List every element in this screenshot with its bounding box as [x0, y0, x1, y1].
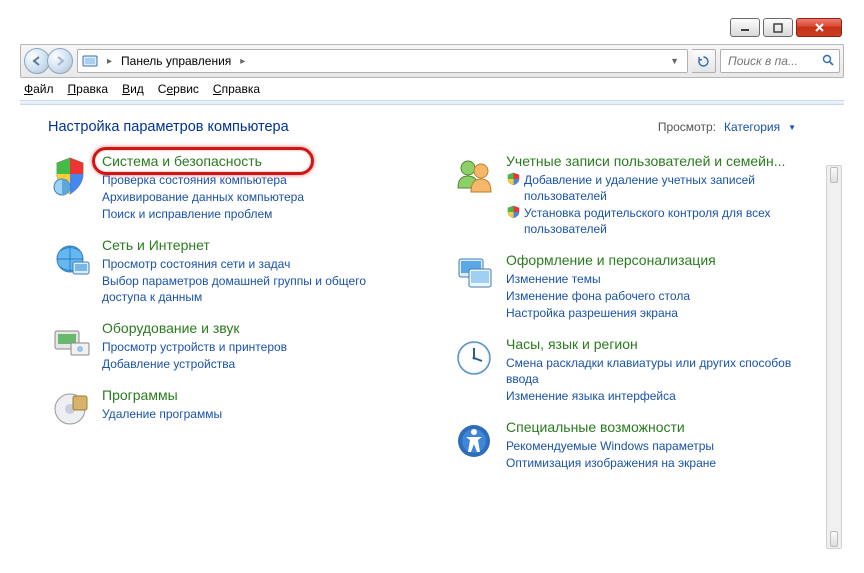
search-icon	[822, 54, 834, 69]
category-link[interactable]: Удаление программы	[102, 406, 222, 422]
page-title: Настройка параметров компьютера	[48, 119, 289, 135]
category-title-clock-language[interactable]: Часы, язык и регион	[506, 336, 816, 354]
category-link[interactable]: Поиск и исправление проблем	[102, 206, 304, 222]
category-link[interactable]: Смена раскладки клавиатуры или других сп…	[506, 355, 816, 387]
navbar: ▸ Панель управления ▸ ▼	[20, 44, 844, 78]
category-user-accounts: Учетные записи пользователей и семейн...…	[452, 153, 816, 237]
search-field[interactable]	[726, 53, 818, 69]
category-link[interactable]: Проверка состояния компьютера	[102, 172, 304, 188]
view-by-label: Просмотр:	[658, 120, 716, 134]
category-appearance: Оформление и персонализацияИзменение тем…	[452, 252, 816, 321]
chevron-down-icon[interactable]: ▼	[788, 123, 796, 132]
category-accessibility: Специальные возможностиРекомендуемые Win…	[452, 419, 816, 471]
category-title-programs[interactable]: Программы	[102, 387, 222, 405]
category-clock-language: Часы, язык и регионСмена раскладки клави…	[452, 336, 816, 404]
minimize-button[interactable]	[730, 18, 760, 37]
menu-help[interactable]: Справка	[213, 82, 260, 96]
category-link[interactable]: Изменение фона рабочего стола	[506, 288, 716, 304]
category-link[interactable]: Архивирование данных компьютера	[102, 189, 304, 205]
programs-icon	[48, 387, 92, 431]
category-link[interactable]: Рекомендуемые Windows параметры	[506, 438, 716, 454]
forward-button[interactable]	[47, 48, 73, 74]
category-link[interactable]: Оптимизация изображения на экране	[506, 455, 716, 471]
category-network-internet: Сеть и ИнтернетПросмотр состояния сети и…	[48, 237, 412, 305]
category-link[interactable]: Настройка разрешения экрана	[506, 305, 716, 321]
category-link[interactable]: Добавление устройства	[102, 356, 287, 372]
titlebar	[20, 18, 844, 44]
category-title-user-accounts[interactable]: Учетные записи пользователей и семейн...	[506, 153, 816, 171]
menu-service[interactable]: Сервис	[158, 82, 199, 96]
close-button[interactable]	[796, 18, 842, 37]
category-title-network-internet[interactable]: Сеть и Интернет	[102, 237, 412, 255]
category-programs: ПрограммыУдаление программы	[48, 387, 412, 431]
category-title-appearance[interactable]: Оформление и персонализация	[506, 252, 716, 270]
menu-file[interactable]: Файл	[24, 82, 54, 96]
category-hardware-sound: Оборудование и звукПросмотр устройств и …	[48, 320, 412, 372]
search-input[interactable]	[720, 49, 840, 73]
network-internet-icon	[48, 237, 92, 281]
address-dropdown-icon[interactable]: ▼	[666, 56, 683, 66]
breadcrumb-chevron-icon: ▸	[236, 56, 249, 67]
content-area: Настройка параметров компьютера Просмотр…	[20, 105, 844, 555]
maximize-button[interactable]	[763, 18, 793, 37]
breadcrumb[interactable]: Панель управления	[121, 54, 231, 68]
view-by-value[interactable]: Категория	[724, 120, 780, 134]
clock-language-icon	[452, 336, 496, 380]
category-link[interactable]: Изменение языка интерфейса	[506, 388, 816, 404]
user-accounts-icon	[452, 153, 496, 197]
accessibility-icon	[452, 419, 496, 463]
control-panel-icon	[82, 53, 98, 69]
category-link[interactable]: Изменение темы	[506, 271, 716, 287]
system-security-icon	[48, 153, 92, 197]
menubar: Файл Правка Вид Сервис Справка	[20, 78, 844, 100]
uac-shield-icon	[506, 205, 520, 219]
category-title-hardware-sound[interactable]: Оборудование и звук	[102, 320, 287, 338]
menu-edit[interactable]: Правка	[68, 82, 109, 96]
category-title-system-security[interactable]: Система и безопасность	[102, 153, 304, 171]
category-title-accessibility[interactable]: Специальные возможности	[506, 419, 716, 437]
category-link[interactable]: Просмотр устройств и принтеров	[102, 339, 287, 355]
appearance-icon	[452, 252, 496, 296]
address-bar[interactable]: ▸ Панель управления ▸ ▼	[77, 49, 688, 73]
scrollbar[interactable]	[826, 165, 842, 549]
menu-view[interactable]: Вид	[122, 82, 144, 96]
category-link[interactable]: Установка родительского контроля для все…	[506, 205, 816, 237]
breadcrumb-chevron-icon: ▸	[103, 56, 116, 67]
view-by: Просмотр: Категория ▼	[658, 120, 796, 134]
category-link[interactable]: Просмотр состояния сети и задач	[102, 256, 412, 272]
category-link[interactable]: Добавление и удаление учетных записей по…	[506, 172, 816, 204]
hardware-sound-icon	[48, 320, 92, 364]
refresh-button[interactable]	[692, 49, 716, 73]
category-system-security: Система и безопасностьПроверка состояния…	[48, 153, 412, 222]
category-link[interactable]: Выбор параметров домашней группы и общег…	[102, 273, 412, 305]
uac-shield-icon	[506, 172, 520, 186]
